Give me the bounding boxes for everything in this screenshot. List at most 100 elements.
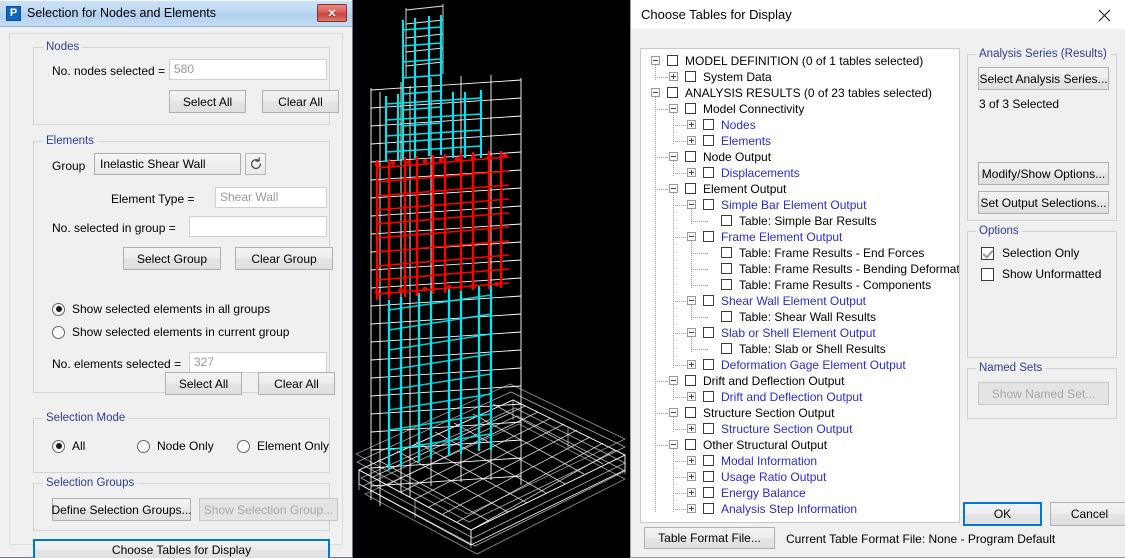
nodes-count-field[interactable]: 580 (169, 59, 327, 80)
collapse-icon[interactable] (651, 56, 660, 65)
tree-item[interactable]: Structure Section Output (641, 405, 959, 421)
set-output-selections-button[interactable]: Set Output Selections... (978, 191, 1109, 214)
tree-item[interactable]: MODEL DEFINITION (0 of 1 tables selected… (641, 53, 959, 69)
tree-item-checkbox[interactable] (703, 471, 714, 482)
tree-item-checkbox[interactable] (721, 215, 732, 226)
select-group-button[interactable]: Select Group (123, 247, 221, 270)
tree-item-checkbox[interactable] (703, 359, 714, 370)
tree-item[interactable]: Table: Frame Results - End Forces (641, 245, 959, 261)
expand-icon[interactable] (687, 120, 696, 129)
tree-item-checkbox[interactable] (703, 423, 714, 434)
tree-item-checkbox[interactable] (703, 295, 714, 306)
tree-item[interactable]: Table: Frame Results - Bending Deformati… (641, 261, 959, 277)
expand-icon[interactable] (687, 360, 696, 369)
tree-item-checkbox[interactable] (703, 167, 714, 178)
tree-item[interactable]: Analysis Step Information (641, 501, 959, 517)
tree-item[interactable]: Simple Bar Element Output (641, 197, 959, 213)
tree-item[interactable]: System Data (641, 69, 959, 85)
tree-item-checkbox[interactable] (721, 263, 732, 274)
tree-item-checkbox[interactable] (703, 503, 714, 514)
collapse-icon[interactable] (669, 104, 678, 113)
close-icon[interactable]: ✕ (317, 4, 347, 22)
tree-item-checkbox[interactable] (667, 55, 678, 66)
tree-item[interactable]: Other Structural Output (641, 437, 959, 453)
tables-tree[interactable]: MODEL DEFINITION (0 of 1 tables selected… (640, 48, 960, 523)
tree-item[interactable]: Table: Slab or Shell Results (641, 341, 959, 357)
collapse-icon[interactable] (687, 200, 696, 209)
tree-item[interactable]: Table: Frame Results - Components (641, 277, 959, 293)
selected-in-group-field[interactable] (189, 216, 327, 237)
collapse-icon[interactable] (669, 408, 678, 417)
elements-clear-all-button[interactable]: Clear All (258, 372, 335, 395)
tree-item-checkbox[interactable] (721, 247, 732, 258)
collapse-icon[interactable] (651, 88, 660, 97)
tree-item-checkbox[interactable] (703, 231, 714, 242)
tree-item-checkbox[interactable] (703, 119, 714, 130)
expand-icon[interactable] (687, 504, 696, 513)
collapse-icon[interactable] (669, 376, 678, 385)
tree-item[interactable]: Model Connectivity (641, 101, 959, 117)
tree-item[interactable]: Nodes (641, 117, 959, 133)
expand-icon[interactable] (669, 72, 678, 81)
tree-item-checkbox[interactable] (703, 199, 714, 210)
choose-tables-for-display-button[interactable]: Choose Tables for Display (33, 539, 330, 558)
tree-item[interactable]: Slab or Shell Element Output (641, 325, 959, 341)
tree-item[interactable]: Displacements (641, 165, 959, 181)
tree-item-checkbox[interactable] (685, 151, 696, 162)
collapse-icon[interactable] (669, 152, 678, 161)
collapse-icon[interactable] (687, 232, 696, 241)
modify-show-options-button[interactable]: Modify/Show Options... (978, 162, 1109, 185)
radio-mode-all[interactable]: All (52, 439, 85, 453)
collapse-icon[interactable] (669, 184, 678, 193)
tree-item-checkbox[interactable] (685, 439, 696, 450)
tree-item[interactable]: Drift and Deflection Output (641, 389, 959, 405)
select-analysis-series-button[interactable]: Select Analysis Series... (978, 67, 1109, 90)
tree-item-checkbox[interactable] (721, 279, 732, 290)
expand-icon[interactable] (687, 488, 696, 497)
tree-item[interactable]: Deformation Gage Element Output (641, 357, 959, 373)
tree-item[interactable]: Frame Element Output (641, 229, 959, 245)
expand-icon[interactable] (687, 456, 696, 465)
tree-item-checkbox[interactable] (685, 103, 696, 114)
tree-item[interactable]: Energy Balance (641, 485, 959, 501)
define-selection-groups-button[interactable]: Define Selection Groups... (52, 498, 191, 521)
expand-icon[interactable] (687, 136, 696, 145)
tree-item-checkbox[interactable] (685, 71, 696, 82)
tree-item-checkbox[interactable] (721, 311, 732, 322)
tree-item-checkbox[interactable] (703, 135, 714, 146)
tree-item-checkbox[interactable] (721, 343, 732, 354)
tree-item[interactable]: Table: Shear Wall Results (641, 309, 959, 325)
close-icon[interactable] (1089, 3, 1119, 27)
tree-item[interactable]: Modal Information (641, 453, 959, 469)
group-dropdown[interactable]: Inelastic Shear Wall (94, 153, 241, 175)
tree-item[interactable]: Drift and Deflection Output (641, 373, 959, 389)
tree-item-checkbox[interactable] (703, 391, 714, 402)
tree-item[interactable]: Structure Section Output (641, 421, 959, 437)
tree-item-checkbox[interactable] (703, 487, 714, 498)
tree-item-checkbox[interactable] (703, 327, 714, 338)
tree-item[interactable]: Node Output (641, 149, 959, 165)
collapse-icon[interactable] (687, 328, 696, 337)
tree-item[interactable]: Elements (641, 133, 959, 149)
ok-button[interactable]: OK (963, 502, 1042, 526)
collapse-icon[interactable] (687, 296, 696, 305)
radio-mode-node-only[interactable]: Node Only (137, 439, 214, 453)
refresh-icon[interactable] (245, 153, 266, 175)
tree-item[interactable]: ANALYSIS RESULTS (0 of 23 tables selecte… (641, 85, 959, 101)
show-unformatted-checkbox[interactable]: Show Unformatted (981, 267, 1101, 281)
expand-icon[interactable] (687, 168, 696, 177)
selection-only-checkbox[interactable]: Selection Only (981, 246, 1079, 260)
collapse-icon[interactable] (669, 440, 678, 449)
tree-item-checkbox[interactable] (703, 455, 714, 466)
radio-all-groups[interactable]: Show selected elements in all groups (52, 302, 270, 316)
expand-icon[interactable] (687, 424, 696, 433)
tree-item[interactable]: Element Output (641, 181, 959, 197)
3d-model-view[interactable] (353, 0, 630, 558)
elements-selected-field[interactable]: 327 (189, 352, 327, 373)
expand-icon[interactable] (687, 392, 696, 401)
radio-mode-element-only[interactable]: Element Only (237, 439, 329, 453)
tree-item-checkbox[interactable] (685, 407, 696, 418)
tree-item[interactable]: Shear Wall Element Output (641, 293, 959, 309)
elements-select-all-button[interactable]: Select All (165, 372, 242, 395)
radio-current-group[interactable]: Show selected elements in current group (52, 325, 289, 339)
